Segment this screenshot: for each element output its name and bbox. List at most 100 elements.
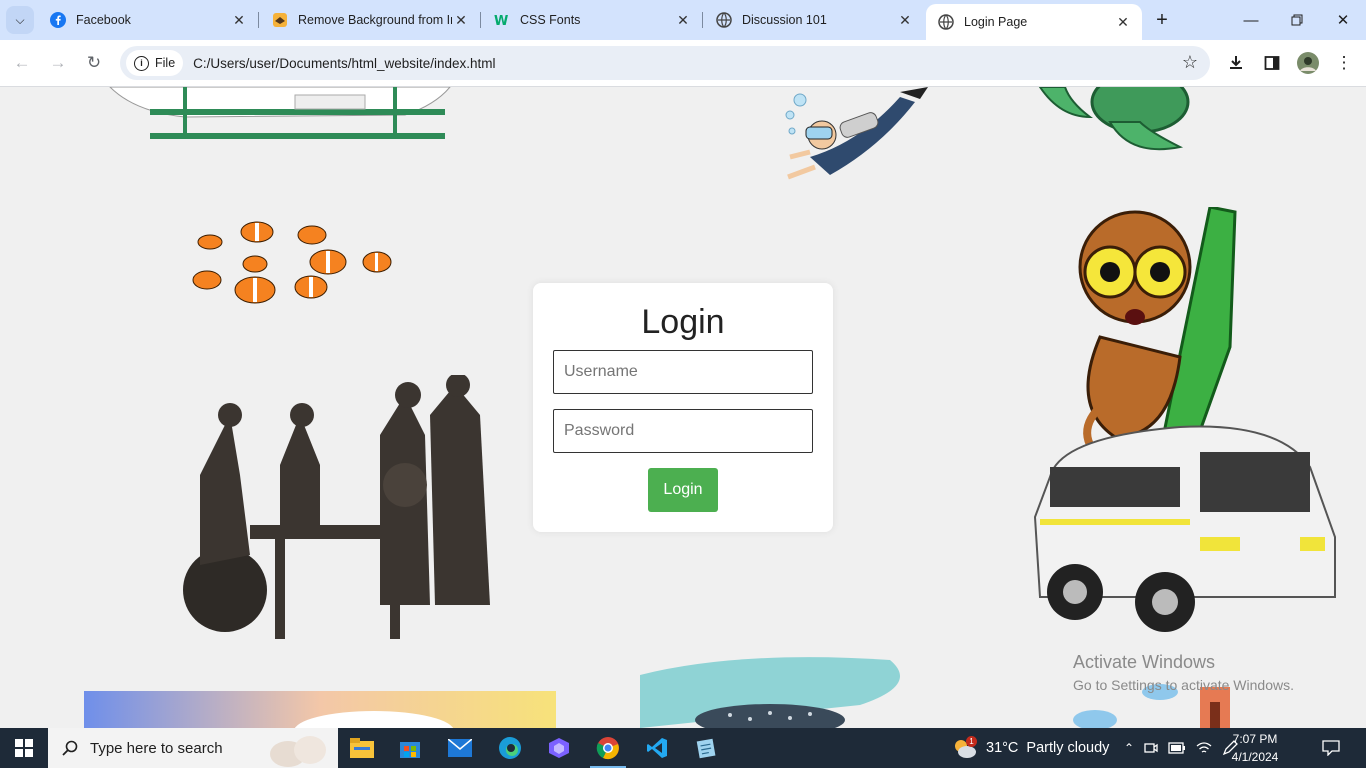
folder-icon (350, 738, 374, 758)
username-input[interactable] (553, 350, 813, 394)
browser-toolbar: ← → ↻ i File C:/Users/user/Documents/htm… (0, 40, 1366, 87)
login-button[interactable]: Login (648, 468, 718, 512)
garlic-search-highlight-icon (270, 736, 326, 767)
weather-alert-badge: 1 (966, 736, 977, 747)
login-form: Login Login (533, 283, 833, 532)
reload-button[interactable]: ↻ (80, 49, 108, 77)
facebook-icon (50, 12, 66, 28)
restore-button[interactable] (1274, 0, 1320, 40)
taskbar-clock[interactable]: 7:07 PM 4/1/2024 (1225, 730, 1285, 766)
whale-shark-illustration (640, 657, 900, 728)
copilot-icon (549, 738, 569, 758)
tab-remove-background[interactable]: Remove Background from In ✕ (260, 0, 481, 40)
battery-icon[interactable] (1168, 742, 1186, 754)
taskbar-copilot[interactable] (535, 728, 583, 768)
tab-strip: ⌵ Facebook ✕ Remove Background from In ✕… (0, 0, 1366, 40)
site-info-chip[interactable]: i File (126, 50, 184, 76)
chevron-down-icon: ⌵ (15, 12, 25, 27)
store-icon (400, 742, 420, 758)
start-button[interactable] (0, 728, 48, 768)
taskbar-notepad-app[interactable] (682, 728, 730, 768)
notification-icon (1322, 740, 1340, 756)
close-tab-icon[interactable]: ✕ (1114, 13, 1132, 31)
wifi-icon[interactable] (1196, 741, 1212, 755)
arrow-right-icon: → (49, 53, 67, 72)
downloads-button[interactable] (1222, 49, 1250, 77)
address-bar[interactable]: i File C:/Users/user/Documents/html_webs… (120, 46, 1210, 80)
globe-icon (716, 12, 732, 28)
tab-separator (480, 12, 481, 28)
clock-date: 4/1/2024 (1231, 750, 1279, 764)
show-hidden-icons-icon[interactable]: ⌃ (1124, 741, 1134, 755)
plus-icon: + (1156, 8, 1168, 31)
info-icon: i (134, 55, 149, 71)
tab-separator (702, 12, 703, 28)
notepad-icon (696, 738, 716, 759)
clock-time: 7:07 PM (1232, 732, 1278, 746)
taskbar-file-explorer[interactable] (338, 728, 386, 768)
new-tab-button[interactable]: + (1150, 8, 1174, 32)
url-text[interactable]: C:/Users/user/Documents/html_website/ind… (193, 56, 495, 71)
notification-button[interactable] (1322, 728, 1340, 768)
password-input[interactable] (553, 409, 813, 453)
back-button[interactable]: ← (8, 49, 36, 77)
scuba-diver-illustration (785, 87, 928, 180)
reload-icon: ↻ (86, 53, 102, 72)
minimize-button[interactable]: — (1228, 0, 1274, 40)
close-tab-icon[interactable]: ✕ (674, 11, 692, 29)
taskbar-edge[interactable] (486, 728, 534, 768)
tarsier-and-van-illustration (1033, 207, 1336, 632)
close-icon: ✕ (1336, 12, 1350, 29)
svg-text:W: W (494, 14, 508, 28)
site-info-label: File (155, 56, 176, 70)
more-vertical-icon: ⋮ (1335, 53, 1353, 72)
windows-taskbar: Type here to search 1 31°C Partly cloudy… (0, 728, 1366, 768)
tab-title: Remove Background from In (298, 13, 452, 27)
page-content: Login Login Activate Windows Go to Setti… (0, 87, 1366, 728)
tab-separator (258, 12, 259, 28)
minimize-icon: — (1243, 11, 1259, 29)
close-tab-icon[interactable]: ✕ (230, 11, 248, 29)
taskbar-mail[interactable] (436, 728, 484, 768)
watermark-title: Activate Windows (1073, 652, 1216, 672)
mail-icon (448, 739, 472, 757)
taskbar-microsoft-store[interactable] (386, 728, 434, 768)
tab-css-fonts[interactable]: W CSS Fonts ✕ (482, 0, 703, 40)
weather-condition: Partly cloudy (1026, 740, 1110, 756)
download-icon (1230, 56, 1242, 69)
menu-button[interactable]: ⋮ (1330, 49, 1358, 77)
windows-logo-icon (15, 739, 33, 757)
chrome-icon (596, 737, 619, 760)
login-title: Login (641, 303, 725, 341)
tab-discussion-101[interactable]: Discussion 101 ✕ (704, 0, 924, 40)
profile-button[interactable] (1294, 49, 1322, 77)
edge-icon (499, 737, 521, 759)
sea-turtle-illustration (1038, 87, 1190, 151)
close-window-button[interactable]: ✕ (1320, 0, 1366, 40)
magellan-shrine-statue-illustration (183, 375, 490, 639)
tab-login-page[interactable]: Login Page ✕ (926, 4, 1142, 40)
tab-title: CSS Fonts (520, 13, 581, 27)
tab-title: Facebook (76, 13, 131, 27)
vscode-icon (647, 738, 667, 758)
close-tab-icon[interactable]: ✕ (896, 11, 914, 29)
sunset-landscape-illustration (84, 691, 556, 728)
arrow-left-icon: ← (13, 53, 31, 72)
weather-widget[interactable]: 1 31°C Partly cloudy (952, 728, 1109, 768)
taskbar-chrome[interactable] (584, 728, 632, 768)
tab-search-button[interactable]: ⌵ (6, 6, 34, 34)
activate-windows-watermark: Activate Windows Go to Settings to activ… (1073, 652, 1294, 693)
meet-now-icon[interactable] (1144, 741, 1158, 755)
side-panel-button[interactable] (1258, 49, 1286, 77)
tab-facebook[interactable]: Facebook ✕ (38, 0, 259, 40)
forward-button[interactable]: → (44, 49, 72, 77)
taskbar-search-box[interactable]: Type here to search (48, 728, 338, 768)
taskbar-vscode[interactable] (633, 728, 681, 768)
w3schools-icon: W (494, 12, 510, 28)
globe-icon (938, 14, 954, 30)
system-tray: ⌃ (1124, 728, 1238, 768)
search-icon (62, 740, 78, 756)
bookmark-star-icon[interactable]: ☆ (1182, 52, 1198, 73)
avatar (1297, 52, 1319, 74)
close-tab-icon[interactable]: ✕ (452, 11, 470, 29)
